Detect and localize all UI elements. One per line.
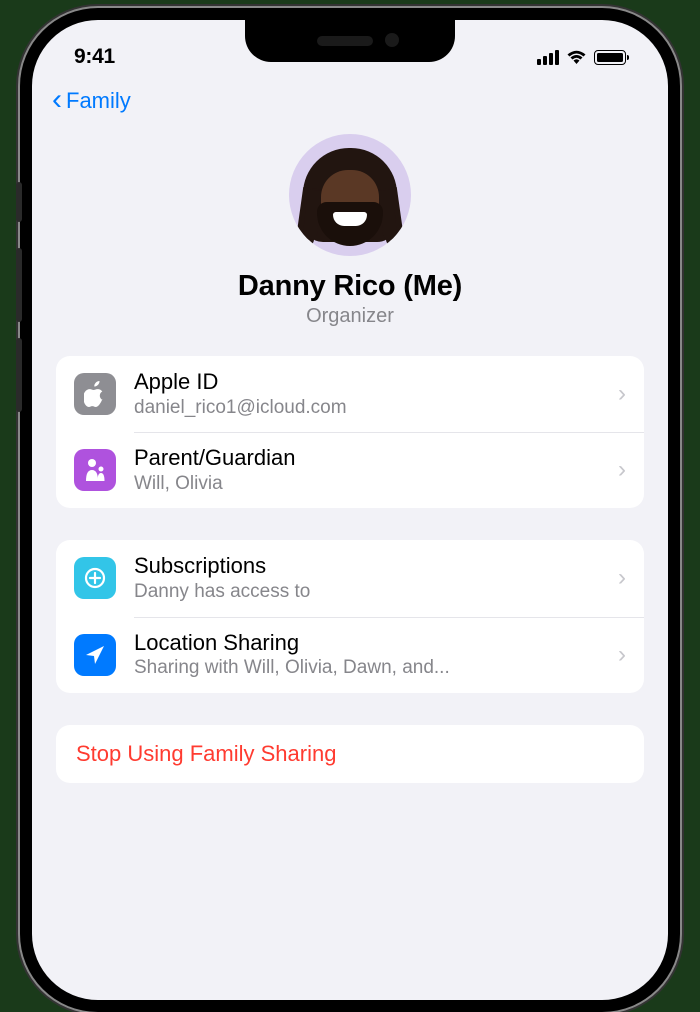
row-title: Apple ID — [134, 368, 610, 396]
apple-id-row[interactable]: Apple ID daniel_rico1@icloud.com › — [56, 356, 644, 432]
stop-family-sharing-button[interactable]: Stop Using Family Sharing — [56, 725, 644, 783]
settings-group: Apple ID daniel_rico1@icloud.com › Paren… — [56, 356, 644, 508]
row-title: Subscriptions — [134, 552, 610, 580]
row-subtitle: Danny has access to — [134, 580, 610, 605]
nav-bar: ‹ Family — [32, 80, 668, 120]
chevron-right-icon: › — [618, 564, 626, 592]
chevron-left-icon: ‹ — [52, 86, 62, 113]
location-sharing-icon — [74, 634, 116, 676]
volume-down-button — [16, 338, 22, 412]
screen: 9:41 ‹ Family — [32, 20, 668, 1000]
status-time: 9:41 — [74, 45, 115, 69]
side-button — [16, 182, 22, 222]
back-button[interactable]: ‹ Family — [52, 88, 131, 114]
avatar[interactable] — [289, 134, 411, 256]
subscriptions-row[interactable]: Subscriptions Danny has access to › — [56, 540, 644, 616]
status-icons — [537, 50, 626, 65]
row-subtitle: Will, Olivia — [134, 472, 610, 497]
apple-logo-icon — [74, 373, 116, 415]
settings-group: Subscriptions Danny has access to › Loca… — [56, 540, 644, 692]
location-sharing-row[interactable]: Location Sharing Sharing with Will, Oliv… — [56, 617, 644, 693]
subscriptions-icon — [74, 557, 116, 599]
profile-header: Danny Rico (Me) Organizer — [32, 120, 668, 356]
row-subtitle: Sharing with Will, Olivia, Dawn, and... — [134, 656, 610, 681]
row-title: Location Sharing — [134, 629, 610, 657]
parent-guardian-row[interactable]: Parent/Guardian Will, Olivia › — [56, 432, 644, 508]
chevron-right-icon: › — [618, 380, 626, 408]
back-label: Family — [66, 88, 131, 114]
phone-frame: 9:41 ‹ Family — [20, 8, 680, 1012]
profile-name: Danny Rico (Me) — [52, 270, 648, 303]
notch — [245, 20, 455, 62]
wifi-icon — [566, 50, 587, 65]
cellular-signal-icon — [537, 50, 559, 65]
volume-up-button — [16, 248, 22, 322]
chevron-right-icon: › — [618, 456, 626, 484]
parent-guardian-icon — [74, 449, 116, 491]
chevron-right-icon: › — [618, 641, 626, 669]
row-subtitle: daniel_rico1@icloud.com — [134, 396, 610, 421]
profile-role: Organizer — [52, 305, 648, 328]
settings-group: Stop Using Family Sharing — [56, 725, 644, 783]
battery-icon — [594, 50, 626, 65]
row-title: Parent/Guardian — [134, 444, 610, 472]
